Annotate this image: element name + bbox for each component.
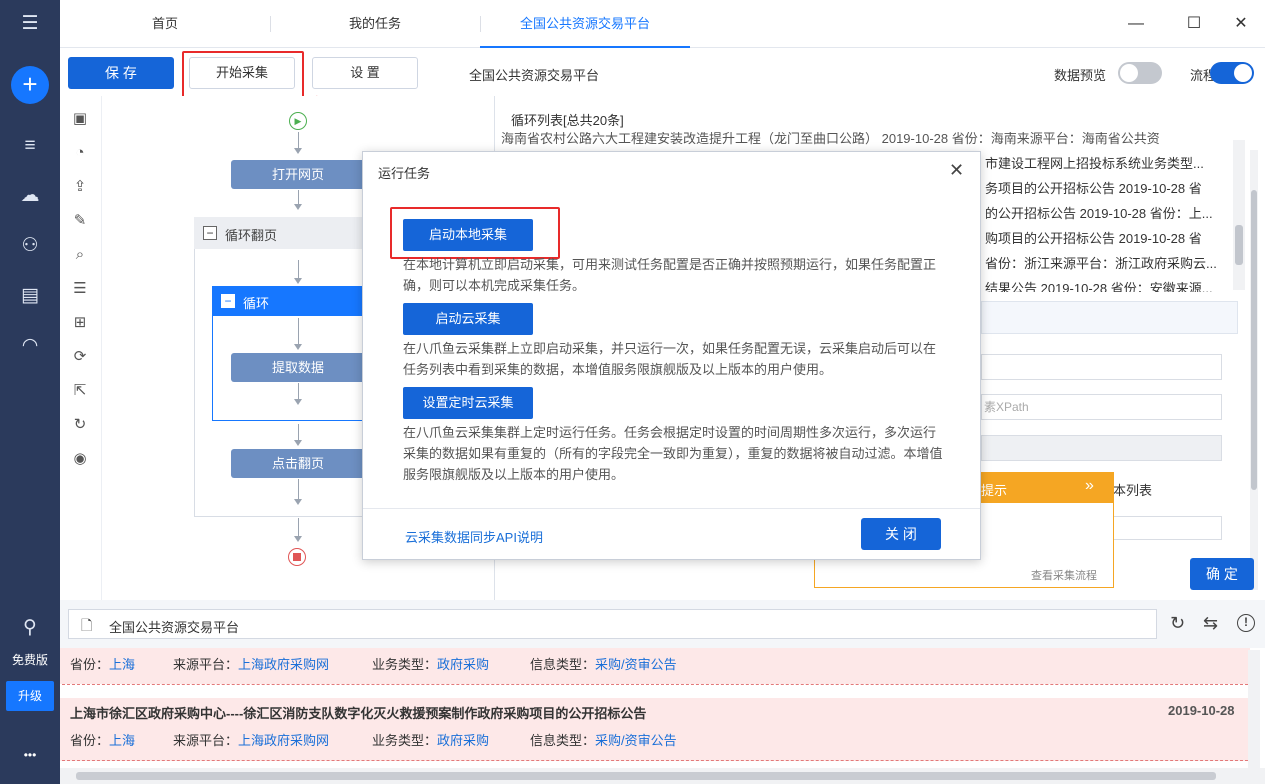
mouse-over-icon[interactable]: ⇱ <box>69 380 91 402</box>
add-task-button[interactable]: + <box>11 66 49 104</box>
config-field[interactable] <box>981 354 1222 380</box>
save-button[interactable]: 保 存 <box>68 57 174 89</box>
highlight-box-local <box>390 207 560 259</box>
list-item[interactable]: 的公开招标公告 2019-10-28 省份：上... <box>985 201 1235 226</box>
menu-collapse-icon[interactable]: ☰ <box>14 8 46 40</box>
timer-cloud-button[interactable]: 设置定时云采集 <box>403 387 533 419</box>
url-text: 全国公共资源交易平台 <box>109 620 240 635</box>
left-sidebar: ☰ + ≡ ☁ ⚇ ▤ ◠ ⚲ 免费版 升级 ••• <box>0 0 60 784</box>
loop-icon[interactable]: ⟳ <box>69 346 91 368</box>
cloud-desc: 在八爪鱼云采集群上立即启动采集，并只运行一次，如果任务配置无误，云采集启动后可以… <box>403 341 937 377</box>
tip-expand-icon[interactable]: » <box>1085 477 1094 495</box>
minimize-icon[interactable]: — <box>1124 12 1148 36</box>
list-item[interactable]: 海南省农村公路六大工程建安装改造提升工程（龙门至曲口公路） 2019-10-28… <box>501 132 1231 151</box>
flow-toggle[interactable] <box>1210 62 1254 84</box>
list-scrollbar[interactable] <box>1233 140 1245 290</box>
cloud-icon[interactable]: ☁ <box>14 180 46 212</box>
api-doc-link[interactable]: 云采集数据同步API说明 <box>405 527 543 546</box>
timer-desc: 在八爪鱼云采集集群上定时运行任务。任务会根据定时设置的时间周期性多次运行，多次运… <box>403 425 943 482</box>
result-province: 省份：上海 <box>70 657 136 672</box>
edition-label: 免费版 <box>11 653 48 667</box>
config-header <box>981 301 1238 334</box>
result-info-type: 信息类型：采购/资审公告 <box>530 733 677 748</box>
stop-icon[interactable]: ◉ <box>69 448 91 470</box>
upload-icon[interactable]: ⇪ <box>69 176 91 198</box>
run-task-dialog: 运行任务 ✕ 启动本地采集 在本地计算机立即启动采集，可用来测试任务配置是否正确… <box>362 151 981 560</box>
settings-button[interactable]: 设 置 <box>312 57 418 89</box>
url-bar[interactable]: 🗋 全国公共资源交易平台 <box>68 609 1157 639</box>
more-icon[interactable]: ••• <box>0 748 60 762</box>
cloud-collect-button[interactable]: 启动云采集 <box>403 303 533 335</box>
swap-icon[interactable]: ⇆ <box>1203 613 1218 634</box>
users-icon[interactable]: ⚇ <box>14 230 46 262</box>
dialog-close-icon[interactable]: ✕ <box>949 160 964 181</box>
result-source: 来源平台：上海政府采购网 <box>173 733 330 748</box>
view-flow-link[interactable]: 查看采集流程 <box>1031 567 1097 583</box>
local-desc: 在本地计算机立即启动采集，可用来测试任务配置是否正确并按照预期运行，如果任务配置… <box>403 257 937 293</box>
result-info-type: 信息类型：采购/资审公告 <box>530 657 677 672</box>
config-field-disabled <box>981 435 1222 461</box>
list-item[interactable]: 购项目的公开招标公告 2019-10-28 省 <box>985 226 1235 251</box>
tab-my-tasks[interactable]: 我的任务 <box>310 0 440 48</box>
loop-list-header: 循环列表[总共20条] <box>511 113 624 128</box>
result-source: 来源平台：上海政府采购网 <box>173 657 330 672</box>
dialog-close-button[interactable]: 关 闭 <box>861 518 941 550</box>
document-icon[interactable]: ▤ <box>14 280 46 312</box>
collapse-icon[interactable]: − <box>221 294 235 308</box>
tree-icon[interactable]: ⊞ <box>69 312 91 334</box>
close-window-icon[interactable]: ✕ <box>1229 12 1253 36</box>
highlight-box-start <box>182 51 304 100</box>
result-biz-type: 业务类型：政府采购 <box>372 733 490 748</box>
node-extract-data[interactable]: 提取数据 <box>231 353 365 382</box>
click-icon[interactable]: ◔ <box>69 142 91 164</box>
list-item[interactable]: 务项目的公开招标公告 2019-10-28 省 <box>985 176 1235 201</box>
dialog-title: 运行任务 <box>378 166 431 181</box>
extract-icon[interactable]: ☰ <box>69 278 91 300</box>
start-icon: ▶ <box>289 112 307 130</box>
toolbar: 保 存 开始采集 设 置 全国公共资源交易平台 数据预览 流程 <box>60 48 1265 100</box>
captcha-icon[interactable]: ⌕ <box>69 244 91 266</box>
loop-page-label: 循环翻页 <box>225 228 278 243</box>
confirm-button[interactable]: 确 定 <box>1190 558 1254 590</box>
result-date: 2019-10-28 <box>1168 703 1235 718</box>
pane-scrollbar[interactable] <box>1250 150 1258 590</box>
tab-bar: 首页 我的任务 全国公共资源交易平台 — ☐ ✕ <box>60 0 1265 48</box>
end-icon <box>288 548 306 566</box>
tab-home[interactable]: 首页 <box>100 0 230 48</box>
results-vscrollbar[interactable] <box>1248 650 1260 768</box>
results-hscrollbar[interactable] <box>60 768 1265 784</box>
result-title: 上海市徐汇区政府采购中心----徐汇区消防支队数字化灭火救援预案制作政府采购项目… <box>70 706 647 721</box>
list-icon[interactable]: ≡ <box>14 130 46 162</box>
text-list-label: 本列表 <box>1113 483 1153 498</box>
open-page-icon[interactable]: ▣ <box>69 108 91 130</box>
upgrade-button[interactable]: 升级 <box>6 681 54 711</box>
collapse-icon[interactable]: − <box>203 226 217 240</box>
list-item[interactable]: 市建设工程网上招投标系统业务类型... <box>985 151 1235 176</box>
result-province: 省份：上海 <box>70 733 136 748</box>
tab-task[interactable]: 全国公共资源交易平台 <box>480 0 690 48</box>
edit-icon[interactable]: ✎ <box>69 210 91 232</box>
page-icon: 🗋 <box>81 617 93 633</box>
preview-toggle[interactable] <box>1118 62 1162 84</box>
headset-icon[interactable]: ◠ <box>14 330 46 362</box>
node-open-page[interactable]: 打开网页 <box>231 160 365 189</box>
task-title: 全国公共资源交易平台 <box>469 68 600 83</box>
maximize-icon[interactable]: ☐ <box>1182 12 1206 36</box>
tool-column: ▣ ◔ ⇪ ✎ ⌕ ☰ ⊞ ⟳ ⇱ ↻ ◉ <box>60 96 102 600</box>
list-item[interactable]: 省份：浙江来源平台：浙江政府采购云... <box>985 251 1235 276</box>
user-icon[interactable]: ⚲ <box>14 612 46 644</box>
reload-icon[interactable]: ↻ <box>1170 613 1185 634</box>
refresh-icon[interactable]: ↻ <box>69 414 91 436</box>
tip-label: 提示 <box>981 483 1008 498</box>
loop-label: 循环 <box>243 296 270 311</box>
node-click-page[interactable]: 点击翻页 <box>231 449 365 478</box>
xpath-input[interactable]: 素XPath <box>981 394 1222 420</box>
preview-label: 数据预览 <box>1054 68 1107 83</box>
list-item[interactable]: 结果公告 2019-10-28 省份：安徽来源... <box>985 276 1235 292</box>
result-biz-type: 业务类型：政府采购 <box>372 657 490 672</box>
info-icon[interactable]: ! <box>1237 614 1255 632</box>
